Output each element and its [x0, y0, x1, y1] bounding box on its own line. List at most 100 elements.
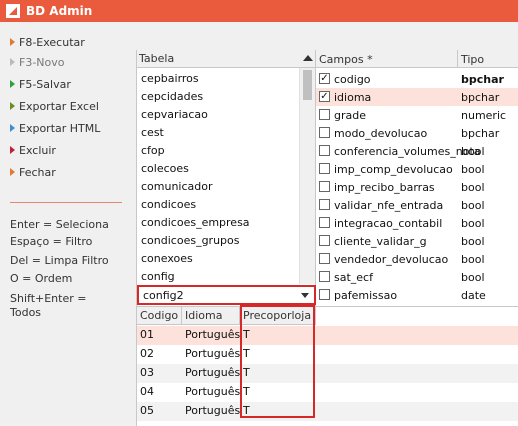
menu-label: Excluir	[19, 143, 56, 157]
campo-type: bool	[461, 271, 485, 284]
campo-row[interactable]: ✓ codigo bpchar	[316, 70, 518, 88]
tabela-item[interactable]: cepvariacao	[141, 105, 208, 123]
campo-row[interactable]: sat_ecf bool	[316, 268, 518, 286]
table-cell[interactable]: 02	[137, 345, 182, 364]
checkbox[interactable]	[319, 145, 330, 156]
checkbox[interactable]	[319, 235, 330, 246]
triangle-arrow-icon	[10, 124, 15, 132]
campo-row[interactable]: grade numeric	[316, 106, 518, 124]
tabela-scrollbar[interactable]	[299, 68, 315, 284]
campo-name: imp_comp_devolucao	[334, 163, 453, 176]
campo-type: date	[461, 289, 486, 302]
menu-f5-salvar[interactable]: F5-Salvar	[10, 75, 71, 93]
checkbox[interactable]	[319, 289, 330, 300]
campo-name: validar_nfe_entrada	[334, 199, 444, 212]
scrollbar-thumb[interactable]	[303, 70, 312, 100]
campo-name: idioma	[334, 91, 372, 104]
campo-type: bpchar	[461, 91, 500, 104]
checkbox[interactable]	[319, 199, 330, 210]
menu-f8-executar[interactable]: F8-Executar	[10, 33, 85, 51]
table-cell[interactable]: 03	[137, 364, 182, 383]
tabela-item[interactable]: conexoes	[141, 249, 193, 267]
table-cell[interactable]: T	[240, 364, 316, 383]
campo-name: conferencia_volumes_nota	[334, 145, 481, 158]
campo-row[interactable]: ✓ idioma bpchar	[316, 88, 518, 106]
tabela-item[interactable]: cfop	[141, 141, 165, 159]
campo-row[interactable]: cliente_validar_g bool	[316, 232, 518, 250]
table-row[interactable]: 02 Português T	[137, 345, 518, 364]
table-cell[interactable]: T	[240, 402, 316, 421]
table-cell[interactable]: Português	[182, 326, 240, 345]
tabela-item[interactable]: colecoes	[141, 159, 189, 177]
tabela-selected-value: config2	[143, 288, 184, 302]
header-divider	[457, 50, 458, 68]
tabela-selected-combo[interactable]: config2	[137, 285, 316, 305]
table-cell[interactable]: T	[240, 345, 316, 364]
triangle-arrow-icon	[10, 38, 15, 46]
table-cell[interactable]: T	[240, 326, 316, 345]
menu-exportar-html[interactable]: Exportar HTML	[10, 119, 100, 137]
tabela-item[interactable]: condicoes	[141, 195, 196, 213]
checkbox[interactable]: ✓	[319, 91, 330, 102]
checkbox[interactable]	[319, 127, 330, 138]
campo-row[interactable]: validar_nfe_entrada bool	[316, 196, 518, 214]
tabela-header[interactable]: Tabela	[137, 50, 315, 68]
menu-label: F5-Salvar	[19, 77, 71, 91]
table-cell[interactable]: Português	[182, 364, 240, 383]
campo-name: integracao_contabil	[334, 217, 443, 230]
tabela-item[interactable]: cest	[141, 123, 164, 141]
campo-name: imp_recibo_barras	[334, 181, 435, 194]
campo-row[interactable]: pafemissao date	[316, 286, 518, 304]
menu-f3-novo[interactable]: F3-Novo	[10, 53, 65, 71]
campo-row[interactable]: conferencia_volumes_nota bool	[316, 142, 518, 160]
checkbox[interactable]: ✓	[319, 73, 330, 84]
campo-type: bpchar	[461, 73, 504, 86]
table-cell[interactable]: Português	[182, 345, 240, 364]
table-row[interactable]: 01 Português T	[137, 326, 518, 345]
checkbox[interactable]	[319, 217, 330, 228]
tabela-item[interactable]: cepcidades	[141, 87, 203, 105]
campo-row[interactable]: vendedor_devolucao bool	[316, 250, 518, 268]
table-cell[interactable]: 04	[137, 383, 182, 402]
chevron-down-icon[interactable]	[301, 293, 309, 298]
campo-type: bool	[461, 145, 485, 158]
campo-type: bool	[461, 235, 485, 248]
table-cell[interactable]: 05	[137, 402, 182, 421]
tabela-item[interactable]: condicoes_grupos	[141, 231, 239, 249]
checkbox[interactable]	[319, 181, 330, 192]
menu-fechar[interactable]: Fechar	[10, 163, 56, 181]
app-logo-icon	[6, 4, 20, 18]
table-cell[interactable]: 01	[137, 326, 182, 345]
menu-exportar-excel[interactable]: Exportar Excel	[10, 97, 99, 115]
checkbox[interactable]	[319, 109, 330, 120]
title-bar: BD Admin	[0, 0, 518, 22]
campo-row[interactable]: imp_recibo_barras bool	[316, 178, 518, 196]
tabela-item[interactable]: condicoes_empresa	[141, 213, 250, 231]
table-row[interactable]: 04 Português T	[137, 383, 518, 402]
campos-header-label[interactable]: Campos *	[319, 53, 373, 66]
table-cell[interactable]: T	[240, 383, 316, 402]
checkbox[interactable]	[319, 271, 330, 282]
checkbox[interactable]	[319, 253, 330, 264]
table-row[interactable]: 03 Português T	[137, 364, 518, 383]
campo-type: bool	[461, 163, 485, 176]
campo-row[interactable]: modo_devolucao bpchar	[316, 124, 518, 142]
scroll-up-icon[interactable]	[303, 55, 313, 61]
tabela-list-panel[interactable]: Tabela cepbairros cepcidades cepvariacao ce…	[137, 50, 316, 306]
table-cell[interactable]: Português	[182, 402, 240, 421]
tabela-item[interactable]: cepbairros	[141, 69, 199, 87]
table-row[interactable]: 05 Português T	[137, 402, 518, 421]
campo-name: vendedor_devolucao	[334, 253, 449, 266]
tabela-item[interactable]: config	[141, 267, 175, 285]
campo-name: modo_devolucao	[334, 127, 428, 140]
column-header-idioma[interactable]: Idioma	[182, 307, 240, 325]
campo-row[interactable]: imp_comp_devolucao bool	[316, 160, 518, 178]
column-header-precoporloja[interactable]: Precoporloja	[240, 307, 316, 325]
column-header-codigo[interactable]: Codigo	[137, 307, 182, 325]
menu-excluir[interactable]: Excluir	[10, 141, 56, 159]
tipo-header-label[interactable]: Tipo	[461, 53, 484, 66]
tabela-item[interactable]: comunicador	[141, 177, 213, 195]
campo-row[interactable]: integracao_contabil bool	[316, 214, 518, 232]
checkbox[interactable]	[319, 163, 330, 174]
table-cell[interactable]: Português	[182, 383, 240, 402]
